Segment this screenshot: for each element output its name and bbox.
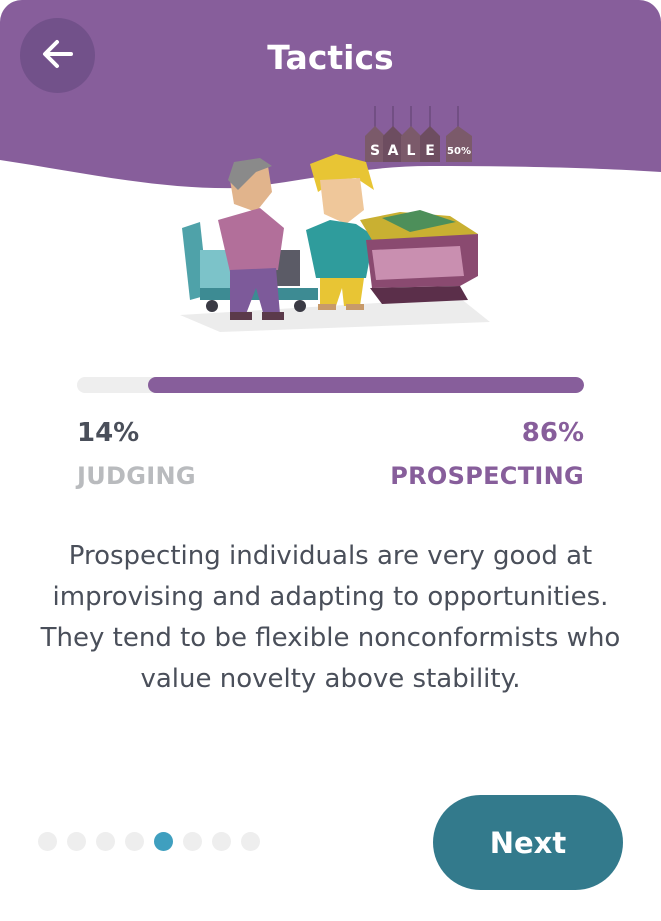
page-title: Tactics [267,38,394,77]
pagination-dot-active[interactable] [154,832,173,851]
prospecting-percent: 86% [521,418,584,448]
sale-letter: E [425,143,435,159]
shopper-right [306,154,374,310]
sale-letter: A [388,143,399,159]
pagination-dot[interactable] [67,832,86,851]
trait-description: Prospecting individuals are very good at… [40,541,621,694]
sale-bin [360,210,478,304]
pagination-dot[interactable] [241,832,260,851]
pagination-dot[interactable] [183,832,202,851]
pagination-dot[interactable] [38,832,57,851]
judging-percent: 14% [77,418,140,448]
next-button[interactable]: Next [433,795,623,890]
sale-tags: S A L E 50% [365,106,472,162]
prospecting-label: PROSPECTING [390,462,584,490]
tactics-card: Tactics S A L E 50% 14% 86% JUDGING PROS… [0,0,661,921]
sale-letter: L [407,143,416,159]
trait-progress-track [77,377,584,393]
pagination-dots [38,832,260,851]
judging-label: JUDGING [77,462,196,490]
pagination-dot[interactable] [96,832,115,851]
pagination-dot[interactable] [212,832,231,851]
sale-letter: S [370,143,380,159]
trait-progress-fill [147,377,584,393]
pagination-dot[interactable] [125,832,144,851]
shopping-illustration: S A L E 50% [180,106,490,332]
discount-tag: 50% [447,146,471,157]
